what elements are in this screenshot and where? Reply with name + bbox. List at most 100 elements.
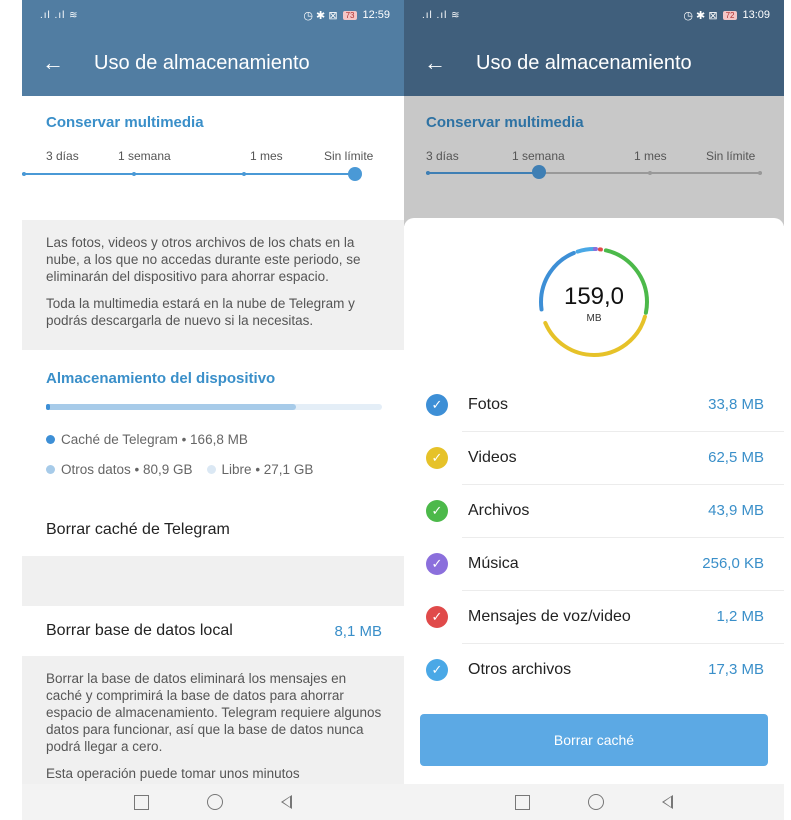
category-label: Videos [468, 448, 517, 466]
slider-stop [22, 172, 26, 176]
slider-stop [132, 172, 136, 176]
clear-cache-label: Borrar caché de Telegram [46, 521, 230, 538]
dimmed-background: Conservar multimedia 3 días 1 semana 1 m… [404, 96, 784, 226]
status-bar: .ıl .ıl ≋ ◷ ✱ ⊠ 73 12:59 [22, 0, 404, 30]
keep-media-section: Conservar multimedia 3 días 1 semana 1 m… [22, 96, 404, 220]
slider-stop [758, 171, 762, 175]
recent-apps-icon[interactable] [515, 794, 530, 810]
category-row[interactable]: ✓ Otros archivos 17,3 MB [404, 643, 784, 696]
storage-donut-chart: 159,0 MB [535, 243, 653, 361]
clear-db-value: 8,1 MB [334, 622, 382, 640]
option-3-days[interactable]: 3 días [426, 149, 459, 163]
home-icon[interactable] [207, 794, 223, 810]
category-size: 43,9 MB [708, 502, 764, 519]
clear-cache-button-label: Borrar caché [553, 732, 635, 748]
clear-cache-button[interactable]: Borrar caché [420, 714, 768, 766]
db-info-cut-text: Esta operación puede tomar unos minutos [46, 766, 300, 781]
home-icon[interactable] [588, 794, 604, 810]
system-nav-bar [404, 784, 784, 820]
check-icon[interactable]: ✓ [426, 393, 448, 416]
option-1-month[interactable]: 1 mes [250, 149, 283, 163]
category-size: 17,3 MB [708, 661, 764, 678]
category-label: Otros archivos [468, 660, 572, 678]
legend-other-label: Otros datos • 80,9 GB [61, 462, 193, 477]
legend-dot-icon [206, 465, 216, 474]
keep-media-section: Conservar multimedia 3 días 1 semana 1 m… [404, 96, 784, 179]
app-bar: ← Uso de almacenamiento [404, 30, 784, 96]
storage-bar-other [46, 404, 296, 410]
info-paragraph-2: Toda la multimedia estará en la nube de … [46, 296, 355, 328]
db-info-text: Borrar la base de datos eliminará los me… [46, 671, 382, 754]
info-paragraph-1: Las fotos, videos y otros archivos de lo… [46, 235, 361, 284]
keep-media-title: Conservar multimedia [426, 114, 584, 131]
option-no-limit[interactable]: Sin límite [324, 149, 373, 163]
storage-bar-cache [46, 404, 50, 410]
slider-thumb[interactable] [532, 165, 546, 179]
clear-db-row[interactable]: Borrar base de datos local 8,1 MB [22, 606, 404, 656]
status-time: 13:09 [742, 9, 770, 21]
device-storage-title: Almacenamiento del dispositivo [46, 370, 276, 387]
check-icon[interactable]: ✓ [426, 499, 448, 522]
keep-media-options: 3 días 1 semana 1 mes Sin límite [426, 149, 784, 169]
back-icon[interactable] [662, 795, 673, 809]
slider-stop [648, 171, 652, 175]
status-bar: .ıl .ıl ≋ ◷ ✱ ⊠ 72 13:09 [404, 0, 784, 30]
category-label: Archivos [468, 501, 530, 519]
right-screen: .ıl .ıl ≋ ◷ ✱ ⊠ 72 13:09 ← Uso de almace… [404, 0, 784, 820]
page-title: Uso de almacenamiento [94, 51, 310, 74]
left-screen: .ıl .ıl ≋ ◷ ✱ ⊠ 73 12:59 ← Uso de almace… [22, 0, 404, 820]
status-time: 12:59 [362, 9, 390, 21]
category-size: 256,0 KB [702, 555, 764, 572]
category-size: 1,2 MB [716, 608, 764, 625]
check-icon[interactable]: ✓ [426, 658, 448, 681]
recent-apps-icon[interactable] [134, 794, 149, 810]
status-icons: ◷ ✱ ⊠ [683, 9, 718, 22]
option-1-month[interactable]: 1 mes [634, 149, 667, 163]
category-row[interactable]: ✓ Videos 62,5 MB [404, 431, 784, 484]
donut-center: 159,0 MB [535, 283, 653, 324]
legend-free-label: Libre • 27,1 GB [221, 462, 314, 477]
app-bar: ← Uso de almacenamiento [22, 30, 404, 96]
system-nav-bar [22, 784, 404, 820]
clear-db-label: Borrar base de datos local [46, 622, 233, 639]
category-label: Música [468, 554, 519, 572]
keep-media-title: Conservar multimedia [46, 114, 204, 131]
battery-icon: 72 [722, 10, 738, 20]
option-1-week[interactable]: 1 semana [118, 149, 171, 163]
total-unit: MB [586, 313, 602, 324]
signal-icon: .ıl .ıl ≋ [40, 9, 79, 21]
option-1-week[interactable]: 1 semana [512, 149, 565, 163]
db-info: Borrar la base de datos eliminará los me… [22, 656, 404, 786]
check-icon[interactable]: ✓ [426, 605, 448, 628]
legend-cache: Caché de Telegram • 166,8 MB [46, 432, 248, 447]
option-no-limit[interactable]: Sin límite [706, 149, 755, 163]
back-arrow-icon[interactable]: ← [424, 50, 476, 76]
device-storage-section: Almacenamiento del dispositivo Caché de … [22, 350, 404, 500]
category-row[interactable]: ✓ Música 256,0 KB [404, 537, 784, 590]
check-icon[interactable]: ✓ [426, 446, 448, 469]
legend-dot-icon [46, 435, 55, 444]
category-row[interactable]: ✓ Fotos 33,8 MB [404, 378, 784, 431]
slider-track-active [426, 172, 538, 174]
slider-stop [242, 172, 246, 176]
category-size: 33,8 MB [708, 396, 764, 413]
legend-other: Otros datos • 80,9 GB Libre • 27,1 GB [46, 462, 313, 477]
legend-cache-label: Caché de Telegram • 166,8 MB [61, 432, 248, 447]
page-title: Uso de almacenamiento [476, 51, 692, 74]
keep-media-options: 3 días 1 semana 1 mes Sin límite [46, 149, 404, 169]
clear-cache-row[interactable]: Borrar caché de Telegram [22, 508, 404, 552]
signal-icon: .ıl .ıl ≋ [422, 9, 461, 21]
slider-track [22, 173, 354, 175]
battery-icon: 73 [342, 10, 358, 20]
category-row[interactable]: ✓ Archivos 43,9 MB [404, 484, 784, 537]
total-size: 159,0 [563, 283, 625, 310]
back-arrow-icon[interactable]: ← [42, 50, 94, 76]
status-icons: ◷ ✱ ⊠ [303, 9, 338, 22]
back-icon[interactable] [281, 795, 292, 809]
check-icon[interactable]: ✓ [426, 552, 448, 575]
option-3-days[interactable]: 3 días [46, 149, 79, 163]
slider-thumb[interactable] [348, 167, 362, 181]
category-row[interactable]: ✓ Mensajes de voz/video 1,2 MB [404, 590, 784, 643]
category-label: Mensajes de voz/video [468, 607, 631, 625]
slider-stop [426, 171, 430, 175]
